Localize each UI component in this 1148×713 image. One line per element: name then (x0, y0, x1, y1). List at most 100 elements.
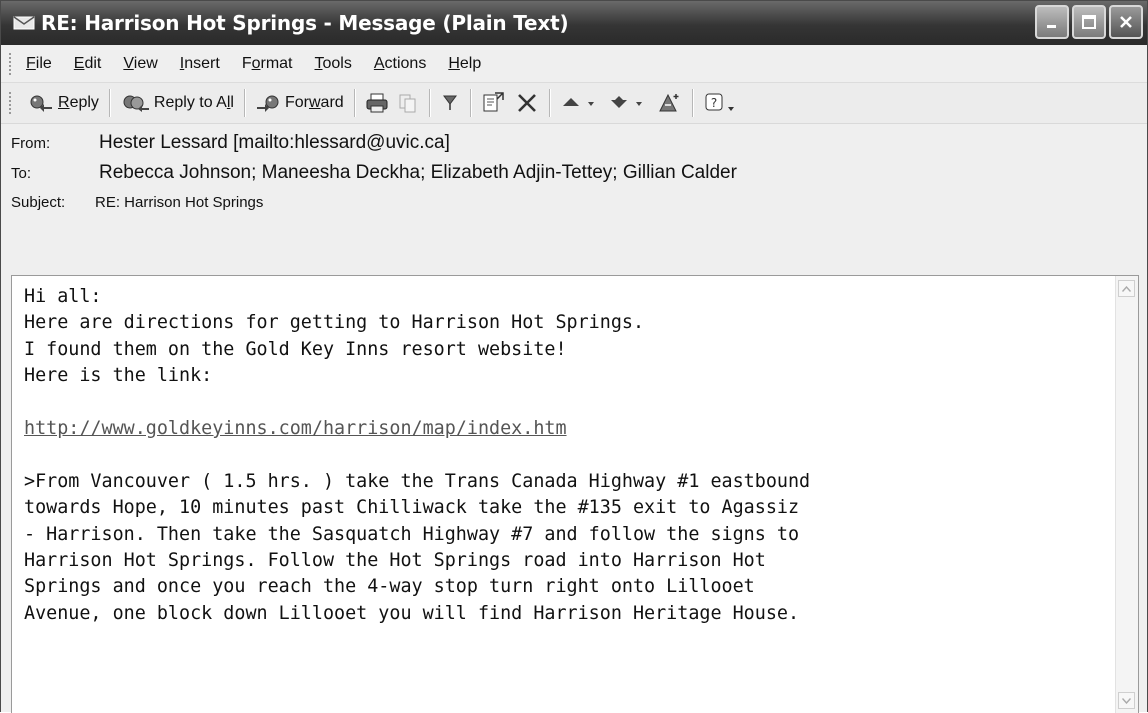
menu-edit-accel: E (73, 54, 85, 72)
scroll-down-button[interactable] (1118, 692, 1135, 709)
chevron-down-icon (1122, 697, 1131, 704)
scroll-up-button[interactable] (1118, 280, 1135, 297)
subject-label: Subject: (11, 193, 66, 211)
menu-view[interactable]: View (121, 53, 159, 75)
print-icon (365, 92, 389, 114)
menu-help-label: elp (459, 54, 482, 72)
menu-format-label: rmat (260, 54, 293, 72)
body-line: Harrison Hot Springs. Follow the Hot Spr… (24, 550, 766, 572)
next-item-button[interactable] (604, 90, 652, 116)
body-line: ​ (24, 442, 1108, 468)
forward-accel: w (308, 94, 321, 111)
print-button[interactable] (361, 89, 393, 117)
body-line: - Harrison. Then take the Sasquatch High… (24, 523, 800, 545)
to-value[interactable]: Rebecca Johnson; Maneesha Deckha; Elizab… (99, 162, 737, 184)
toolbar-separator (243, 89, 245, 117)
body-line: Here are directions for getting to Harri… (24, 312, 645, 334)
menu-actions-label: ctions (384, 54, 427, 72)
menu-view-label: iew (133, 54, 158, 72)
from-row: From: Hester Lessard [mailto:hlessard@uv… (1, 128, 1147, 158)
toolbar-separator (691, 89, 693, 117)
message-headers: From: Hester Lessard [mailto:hlessard@uv… (1, 124, 1147, 216)
window-title: RE: Harrison Hot Springs - Message (Plai… (41, 11, 569, 35)
reply-button[interactable]: Reply (24, 90, 103, 116)
next-item-icon (608, 93, 648, 113)
menu-actions-accel: A (373, 54, 385, 72)
reply-label-rest: eply (69, 94, 99, 111)
copy-icon (397, 92, 419, 114)
reply-label: Reply (58, 94, 99, 112)
menu-file-label: ile (35, 54, 52, 72)
reply-accel: R (58, 94, 70, 111)
minimize-icon (1047, 25, 1056, 28)
move-to-folder-icon (481, 91, 507, 115)
reply-all-label: Reply to All (154, 94, 234, 112)
forward-label: Forward (285, 94, 344, 112)
reply-all-button[interactable]: Reply to All (116, 90, 238, 116)
svg-text:?: ? (710, 96, 716, 110)
menu-help-accel: H (448, 54, 460, 72)
message-window: RE: Harrison Hot Springs - Message (Plai… (0, 0, 1148, 713)
previous-item-icon (560, 93, 600, 113)
reply-icon (28, 93, 54, 113)
body-line: Springs and once you reach the 4-way sto… (24, 576, 755, 598)
forward-button[interactable]: Forward (251, 90, 348, 116)
vertical-scrollbar[interactable] (1115, 276, 1138, 713)
body-link-line: http://www.goldkeyinns.com/harrison/map/… (24, 416, 1108, 442)
body-line: >From Vancouver ( 1.5 hrs. ) take the Tr… (24, 470, 811, 492)
menu-file[interactable]: File (24, 53, 54, 75)
from-label: From: (11, 134, 51, 152)
address-book-button[interactable] (652, 88, 686, 118)
close-icon (1120, 16, 1132, 28)
previous-item-button[interactable] (556, 90, 604, 116)
body-line: Avenue, one block down Lillooet you will… (24, 602, 800, 624)
menu-grip[interactable] (9, 52, 14, 75)
maximize-button[interactable] (1072, 5, 1106, 39)
menu-tools[interactable]: Tools (313, 53, 354, 75)
toolbar-separator (108, 89, 110, 117)
subject-value: RE: Harrison Hot Springs (95, 193, 264, 211)
from-value[interactable]: Hester Lessard [mailto:hlessard@uvic.ca] (99, 132, 450, 154)
forward-icon (255, 93, 281, 113)
minimize-button[interactable] (1035, 5, 1069, 39)
menu-tools-accel: T (314, 54, 323, 72)
body-line: ​ (24, 390, 1108, 416)
menu-tools-label: ools (322, 54, 352, 72)
reply-all-rest: l (230, 94, 234, 111)
message-body[interactable]: Hi all: Here are directions for getting t… (11, 275, 1139, 713)
flag-icon (440, 92, 460, 114)
envelope-icon (13, 15, 35, 31)
move-to-folder-button[interactable] (477, 88, 511, 118)
body-line: Hi all: (24, 286, 102, 307)
menu-format-pre: F (241, 54, 252, 72)
chevron-up-icon (1122, 285, 1131, 292)
copy-button[interactable] (393, 89, 423, 117)
body-line: Here is the link: (24, 365, 213, 387)
close-button[interactable] (1109, 5, 1143, 39)
toolbar-separator (469, 89, 471, 117)
help-button[interactable]: ? (699, 88, 743, 118)
menu-file-accel: F (26, 54, 36, 72)
menu-help[interactable]: Help (446, 53, 483, 75)
title-bar[interactable]: RE: Harrison Hot Springs - Message (Plai… (1, 1, 1147, 45)
window-controls (1035, 5, 1143, 39)
forward-pre: For (284, 94, 309, 111)
menu-actions[interactable]: Actions (372, 53, 428, 75)
menu-insert[interactable]: Insert (178, 53, 222, 75)
reply-all-icon (120, 93, 150, 113)
body-line: towards Hope, 10 minutes past Chilliwack… (24, 497, 800, 519)
toolbar-grip[interactable] (9, 92, 14, 114)
body-link[interactable]: http://www.goldkeyinns.com/harrison/map/… (24, 418, 567, 439)
message-body-text[interactable]: Hi all: Here are directions for getting t… (24, 284, 1108, 627)
delete-button[interactable] (511, 88, 543, 118)
flag-button[interactable] (436, 89, 464, 117)
to-row: To: Rebecca Johnson; Maneesha Deckha; El… (1, 158, 1147, 188)
menu-edit-label: dit (84, 54, 102, 72)
body-line: I found them on the Gold Key Inns resort… (24, 338, 567, 360)
menu-format[interactable]: Format (240, 53, 295, 75)
toolbar-separator (353, 89, 355, 117)
menu-edit[interactable]: Edit (72, 53, 104, 75)
subject-row: Subject: RE: Harrison Hot Springs (1, 188, 1147, 216)
delete-icon (515, 91, 539, 115)
help-icon: ? (703, 91, 739, 115)
